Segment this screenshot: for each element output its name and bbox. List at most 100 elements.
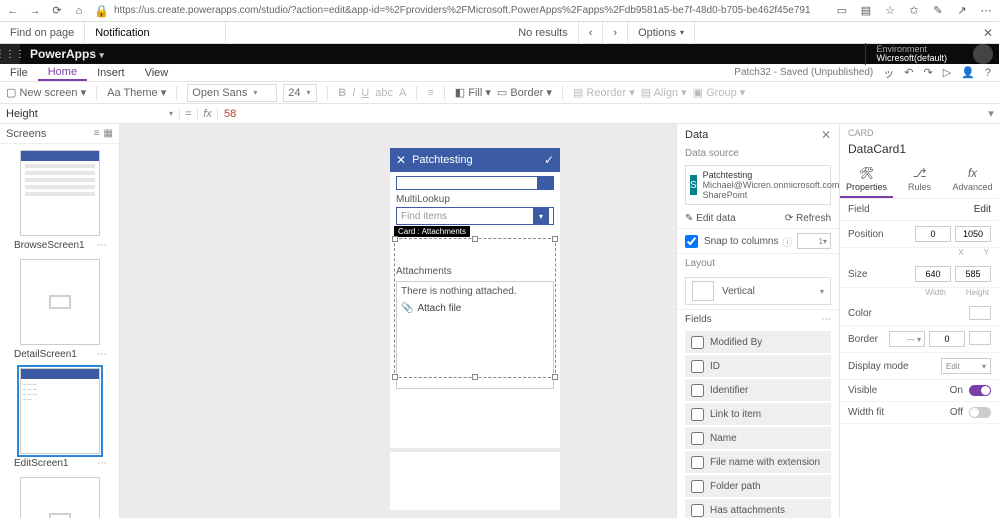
home-icon[interactable]: ⌂ (72, 5, 86, 17)
group-button[interactable]: ▣ Group ▾ (693, 86, 746, 99)
tab-properties[interactable]: 🛠Properties (840, 162, 893, 198)
widthfit-toggle[interactable] (969, 407, 991, 418)
refresh-icon[interactable]: ⟳ (50, 4, 64, 17)
back-icon[interactable]: ← (6, 5, 20, 17)
checker-icon[interactable]: ッ (883, 65, 894, 81)
menu-insert[interactable]: Insert (87, 67, 135, 79)
border-width-input[interactable] (929, 331, 965, 347)
share-icon[interactable]: ↗ (955, 4, 969, 17)
field-item[interactable]: Folder path (685, 475, 831, 497)
prop-field-value[interactable]: Edit (974, 204, 991, 215)
reader-icon[interactable]: ▭ (835, 4, 849, 17)
field-item[interactable]: File name with extension (685, 451, 831, 473)
underline-icon[interactable]: U (361, 87, 369, 99)
notes-icon[interactable]: ▤ (859, 4, 873, 17)
find-next[interactable]: › (603, 22, 628, 43)
pos-y-input[interactable] (955, 226, 991, 242)
pos-x-input[interactable] (915, 226, 951, 242)
prop-display-label: Display mode (848, 361, 941, 372)
bold-icon[interactable]: B (338, 87, 346, 99)
visible-toggle[interactable] (969, 385, 991, 396)
layout-select[interactable]: Vertical ▾ (685, 277, 831, 305)
help-icon[interactable]: ? (985, 67, 991, 79)
find-options[interactable]: Options ▾ (628, 22, 695, 43)
snap-columns-select[interactable]: 1 ▾ (797, 233, 831, 249)
formula-bar: Height▾ = fx 58 ▾ (0, 104, 999, 124)
find-close[interactable]: ✕ (977, 26, 999, 40)
border-style-select[interactable]: — ▾ (889, 331, 925, 347)
reorder-button[interactable]: ▤ Reorder ▾ (573, 86, 635, 99)
environment-picker[interactable]: Environment Wicresoft(default) (865, 43, 967, 65)
info-icon[interactable]: ⓘ (783, 234, 793, 249)
snap-checkbox[interactable] (685, 235, 698, 248)
tree-icon[interactable]: ≡ (94, 128, 100, 139)
fill-button[interactable]: ◧ Fill ▾ (455, 86, 491, 99)
height-input[interactable] (955, 266, 991, 282)
star-icon[interactable]: ☆ (883, 4, 897, 17)
fx-icon[interactable]: fx (198, 108, 218, 120)
find-input[interactable] (95, 27, 215, 39)
thumb-more-icon[interactable]: ⋯ (97, 240, 107, 251)
redo-icon[interactable]: ↷ (923, 66, 932, 79)
screen-thumb-edit[interactable]: — — —— — —— — —— — EditScreen1⋯ (6, 368, 113, 469)
field-item[interactable]: Link to item (685, 403, 831, 425)
screen-thumb-blank[interactable] (6, 477, 113, 518)
fav-icon[interactable]: ✩ (907, 4, 921, 17)
canvas[interactable]: ✕ Patchtesting ✓ MultiLookup Find items▾… (120, 124, 676, 518)
fields-more-icon[interactable]: ⋯ (821, 314, 831, 325)
formula-property[interactable]: Height▾ (0, 108, 180, 120)
color-picker[interactable] (969, 306, 991, 320)
align-button[interactable]: ▤ Align ▾ (641, 86, 687, 99)
formula-input[interactable]: 58 (218, 108, 983, 120)
close-icon[interactable]: ✕ (396, 153, 406, 167)
data-source-card[interactable]: S Patchtesting Michael@Wicren.onmicrosof… (685, 165, 831, 205)
app-header: ⋮⋮⋮ PowerApps ▾ Environment Wicresoft(de… (0, 44, 999, 64)
italic-icon[interactable]: I (352, 87, 355, 99)
menu-file[interactable]: File (0, 67, 38, 79)
border-button[interactable]: ▭ Border ▾ (497, 86, 552, 99)
field-item[interactable]: ID (685, 355, 831, 377)
chevron-down-icon[interactable]: ▾ (99, 50, 104, 60)
thumb-more-icon[interactable]: ⋯ (97, 458, 107, 469)
formula-expand-icon[interactable]: ▾ (983, 107, 999, 120)
field-item[interactable]: Modified By (685, 331, 831, 353)
width-input[interactable] (915, 266, 951, 282)
avatar[interactable] (973, 44, 993, 64)
waffle-icon[interactable]: ⋮⋮⋮ (0, 44, 20, 64)
field-item[interactable]: Has attachments (685, 499, 831, 518)
menu-view[interactable]: View (135, 67, 179, 79)
share-app-icon[interactable]: 👤 (961, 66, 975, 79)
data-pane-close[interactable]: ✕ (821, 128, 831, 142)
display-mode-select[interactable]: Edit▾ (941, 358, 991, 374)
submit-icon[interactable]: ✓ (544, 153, 554, 167)
find-prev[interactable]: ‹ (579, 22, 604, 43)
strike-icon[interactable]: abc (375, 87, 393, 99)
thumb-icon[interactable]: ▦ (104, 128, 113, 139)
thumb-more-icon[interactable]: ⋯ (97, 349, 107, 360)
theme-button[interactable]: Aa Theme ▾ (107, 86, 166, 99)
screen-thumb-browse[interactable]: BrowseScreen1⋯ (6, 150, 113, 251)
field-item[interactable]: Name (685, 427, 831, 449)
alignpara-icon[interactable]: ≡ (427, 87, 433, 99)
screen-thumb-detail[interactable]: DetailScreen1⋯ (6, 259, 113, 360)
fontsize-dropdown[interactable]: 24▾ (283, 84, 317, 102)
tab-rules[interactable]: ⎇Rules (893, 162, 946, 198)
url-text[interactable]: https://us.create.powerapps.com/studio/?… (114, 5, 827, 16)
data-source-label: Data source (677, 146, 839, 161)
properties-pane: CARD DataCard1 🛠Properties ⎇Rules fxAdva… (839, 124, 999, 518)
field-item[interactable]: Identifier (685, 379, 831, 401)
tab-advanced[interactable]: fxAdvanced (946, 162, 999, 198)
edit-data-button[interactable]: ✎ Edit data (685, 213, 736, 224)
more-icon[interactable]: ⋯ (979, 4, 993, 17)
new-screen-button[interactable]: ▢ New screen ▾ (6, 86, 86, 99)
menu-home[interactable]: Home (38, 64, 87, 81)
multilookup-input[interactable]: Find items▾ (396, 207, 554, 225)
refresh-data-button[interactable]: ⟳ Refresh (785, 213, 831, 224)
ink-icon[interactable]: ✎ (931, 4, 945, 17)
play-icon[interactable]: ▷ (943, 66, 951, 79)
font-dropdown[interactable]: Open Sans▾ (187, 84, 277, 102)
fontcolor-icon[interactable]: A (399, 87, 406, 99)
undo-icon[interactable]: ↶ (904, 66, 913, 79)
forward-icon[interactable]: → (28, 5, 42, 17)
border-color-picker[interactable] (969, 331, 991, 345)
